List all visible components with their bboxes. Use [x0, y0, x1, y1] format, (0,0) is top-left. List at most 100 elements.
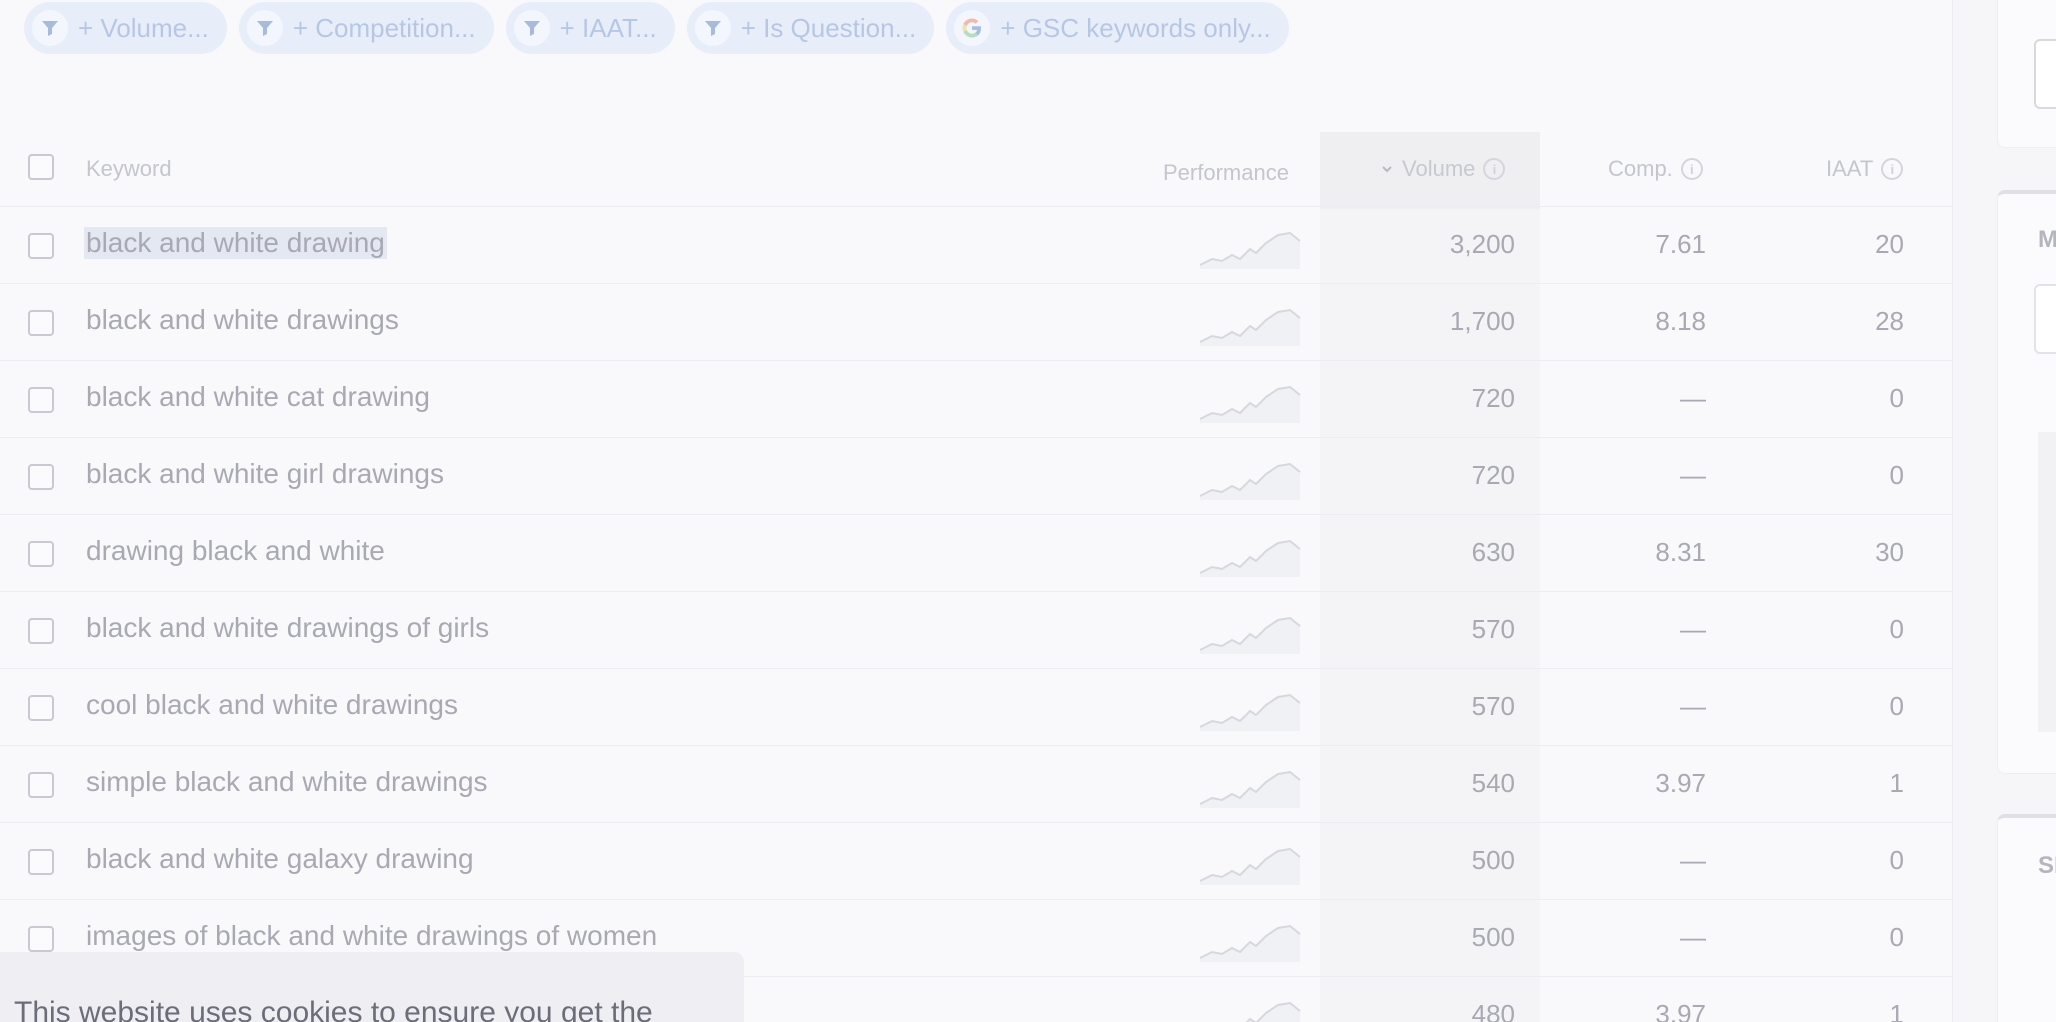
right-card [1997, 0, 2056, 148]
row-checkbox[interactable] [28, 310, 54, 336]
right-card [1997, 190, 2056, 774]
keyword-cell[interactable]: black and white galaxy drawing [86, 843, 474, 875]
row-checkbox[interactable] [28, 926, 54, 952]
volume-cell: 630 [1471, 537, 1515, 567]
performance-column-header: Performance [1163, 160, 1289, 185]
row-checkbox[interactable] [28, 772, 54, 798]
filter-icon [32, 10, 68, 46]
comp-cell: — [1680, 460, 1706, 490]
comp-cell: 8.31 [1655, 537, 1706, 567]
volume-cell: 570 [1471, 691, 1515, 721]
keyword-cell[interactable]: black and white drawings of girls [86, 612, 489, 644]
table-header: Keyword Performance Volume i Comp. i IAA… [0, 130, 1952, 207]
volume-cell: 480 [1471, 999, 1515, 1022]
comp-cell: — [1680, 614, 1706, 644]
filter-volume-chip[interactable]: + Volume... [24, 2, 227, 54]
volume-column-header[interactable]: Volume i [1380, 156, 1506, 182]
select-all-checkbox[interactable] [28, 154, 54, 180]
keyword-table: Keyword Performance Volume i Comp. i IAA… [0, 130, 1952, 1022]
info-icon[interactable]: i [1680, 158, 1703, 180]
right-panel-label: M [2038, 226, 2056, 253]
comp-cell: — [1680, 845, 1706, 875]
volume-cell: 1,700 [1449, 306, 1515, 336]
volume-cell: 720 [1471, 383, 1515, 413]
iaat-cell: 0 [1889, 383, 1904, 413]
table-row[interactable]: simple black and white drawings 540 3.97 1 [0, 746, 1952, 823]
right-card [1997, 814, 2056, 1022]
performance-sparkline [1199, 385, 1301, 423]
volume-header-label: Volume [1402, 156, 1476, 181]
performance-sparkline [1199, 847, 1301, 885]
comp-header-label: Comp. [1608, 156, 1673, 181]
keyword-cell[interactable]: black and white drawings [86, 304, 399, 336]
volume-cell: 540 [1471, 768, 1515, 798]
table-row[interactable]: black and white cat drawing 720 — 0 [0, 361, 1952, 438]
right-input[interactable] [2034, 284, 2056, 354]
comp-cell: 7.61 [1655, 229, 1706, 259]
chevron-down-icon [1382, 166, 1392, 173]
iaat-header-label: IAAT [1826, 156, 1874, 181]
performance-sparkline [1245, 1001, 1301, 1022]
table-row[interactable]: drawing black and white 630 8.31 30 [0, 515, 1952, 592]
table-row[interactable]: black and white drawing 3,200 7.61 20 [0, 207, 1952, 284]
volume-cell: 720 [1471, 460, 1515, 490]
performance-sparkline [1199, 231, 1301, 269]
performance-sparkline [1199, 770, 1301, 808]
keyword-cell[interactable]: black and white cat drawing [86, 381, 430, 413]
filter-competition-chip[interactable]: + Competition... [238, 2, 494, 54]
filter-is-question-chip[interactable]: + Is Question... [686, 2, 935, 54]
volume-cell: 570 [1471, 614, 1515, 644]
filter-icon [513, 10, 550, 46]
row-checkbox[interactable] [28, 618, 54, 644]
filter-iaat-chip[interactable]: + IAAT... [505, 2, 675, 54]
keyword-cell[interactable]: drawing black and white [86, 535, 385, 567]
iaat-cell: 0 [1889, 922, 1904, 952]
iaat-cell: 0 [1889, 460, 1904, 490]
comp-cell: 3.97 [1655, 999, 1706, 1022]
chip-label: + Competition... [292, 12, 476, 43]
right-input[interactable] [2034, 39, 2056, 109]
iaat-cell: 1 [1889, 999, 1904, 1022]
table-row[interactable]: black and white drawings 1,700 8.18 28 [0, 284, 1952, 361]
info-icon[interactable]: i [1881, 158, 1904, 180]
keyword-cell[interactable]: images of black and white drawings of wo… [86, 920, 657, 952]
row-checkbox[interactable] [28, 464, 54, 490]
row-checkbox[interactable] [28, 387, 54, 413]
volume-cell: 3,200 [1449, 229, 1515, 259]
keyword-cell[interactable]: simple black and white drawings [86, 766, 488, 798]
row-checkbox[interactable] [28, 695, 54, 721]
iaat-column-header[interactable]: IAAT i [1826, 156, 1904, 182]
cookie-banner-text: This website uses cookies to ensure you … [14, 996, 653, 1022]
keyword-cell[interactable]: cool black and white drawings [86, 689, 458, 721]
keyword-column-header[interactable]: Keyword [86, 156, 172, 182]
iaat-cell: 1 [1889, 768, 1904, 798]
table-row[interactable]: black and white drawings of girls 570 — 0 [0, 592, 1952, 669]
performance-sparkline [1199, 693, 1301, 731]
chip-label: + Volume... [78, 12, 209, 43]
chip-label: + Is Question... [740, 12, 917, 43]
filter-gsc-chip[interactable]: + GSC keywords only... [946, 2, 1289, 54]
iaat-cell: 30 [1875, 537, 1904, 567]
iaat-cell: 28 [1875, 306, 1904, 336]
filter-bar: + Volume... + Competition... + IAAT... +… [24, 0, 1289, 56]
comp-column-header[interactable]: Comp. i [1608, 156, 1703, 182]
comp-cell: 3.97 [1655, 768, 1706, 798]
iaat-cell: 0 [1889, 845, 1904, 875]
row-checkbox[interactable] [28, 849, 54, 875]
table-row[interactable]: black and white girl drawings 720 — 0 [0, 438, 1952, 515]
chip-label: + IAAT... [559, 12, 657, 43]
performance-sparkline [1199, 462, 1301, 500]
performance-sparkline [1199, 924, 1301, 962]
right-chart-area [2038, 432, 2056, 732]
info-icon[interactable]: i [1483, 158, 1506, 180]
cookie-banner: This website uses cookies to ensure you … [0, 952, 744, 1022]
performance-sparkline [1199, 539, 1301, 577]
filter-icon [246, 10, 283, 46]
keyword-cell[interactable]: black and white girl drawings [86, 458, 444, 490]
keyword-cell[interactable]: black and white drawing [84, 227, 387, 259]
performance-sparkline [1199, 308, 1301, 346]
row-checkbox[interactable] [28, 233, 54, 259]
row-checkbox[interactable] [28, 541, 54, 567]
table-row[interactable]: cool black and white drawings 570 — 0 [0, 669, 1952, 746]
table-row[interactable]: black and white galaxy drawing 500 — 0 [0, 823, 1952, 900]
